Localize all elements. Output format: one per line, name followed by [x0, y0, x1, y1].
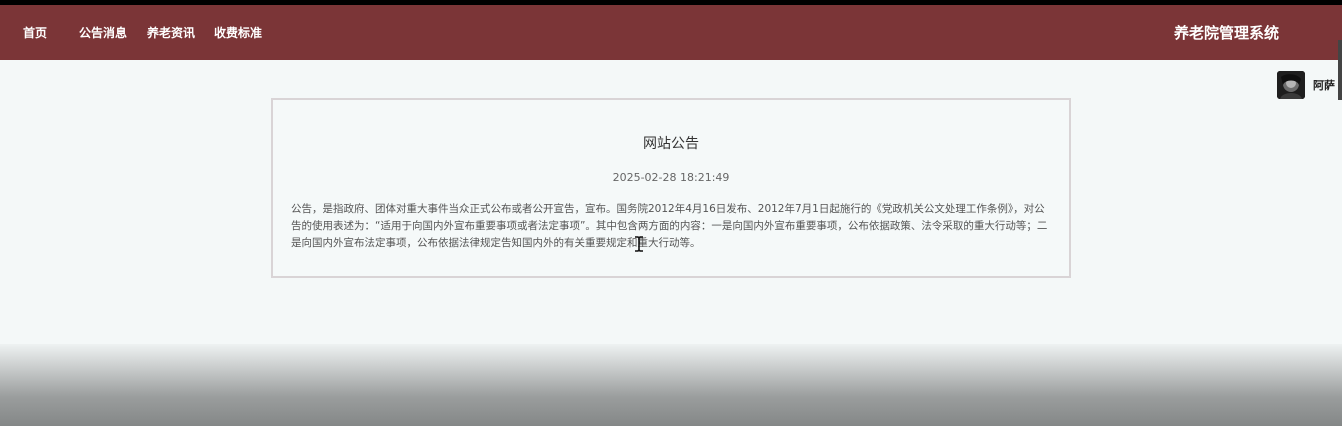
notice-content: 公告，是指政府、团体对重大事件当众正式公布或者公开宣告，宣布。国务院2012年4… [291, 203, 1048, 249]
user-name[interactable]: 阿萨 [1313, 77, 1335, 93]
user-menu[interactable]: 阿萨 [1277, 70, 1335, 100]
notice-title: 网站公告 [643, 136, 699, 152]
site-brand-title: 养老院管理系统 [1174, 24, 1280, 42]
top-navbar: 首页 公告消息 养老资讯 收费标准 养老院管理系统 [0, 5, 1342, 60]
nav-item-fees[interactable]: 收费标准 [214, 24, 262, 41]
user-avatar-icon[interactable] [1277, 71, 1305, 99]
scrollbar-edge [1338, 40, 1342, 100]
text-cursor-icon [635, 236, 643, 252]
nav-item-news[interactable]: 养老资讯 [147, 24, 195, 41]
notice-card: 网站公告 2025-02-28 18:21:49 公告，是指政府、团体对重大事件… [271, 98, 1071, 278]
notice-timestamp: 2025-02-28 18:21:49 [612, 171, 730, 184]
nav-item-home[interactable]: 首页 [23, 24, 47, 41]
nav-item-announcements[interactable]: 公告消息 [79, 24, 127, 41]
footer-shadow [0, 344, 1342, 426]
